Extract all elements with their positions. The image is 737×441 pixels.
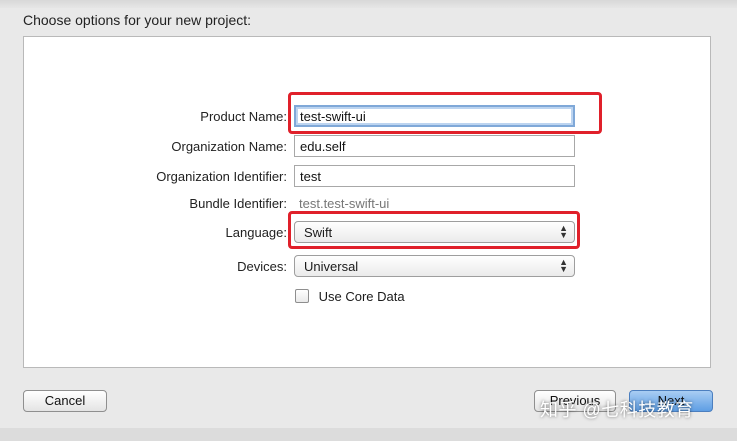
product-name-label: Product Name:: [200, 109, 287, 124]
use-core-data-row[interactable]: Use Core Data: [295, 289, 405, 304]
bundle-identifier-label: Bundle Identifier:: [189, 196, 287, 211]
use-core-data-label: Use Core Data: [318, 289, 405, 304]
organization-name-field[interactable]: [294, 135, 575, 157]
devices-label: Devices:: [237, 259, 287, 274]
use-core-data-checkbox[interactable]: [295, 289, 309, 303]
devices-popup[interactable]: Universal ▲ ▼: [294, 255, 575, 277]
organization-identifier-field[interactable]: [294, 165, 575, 187]
watermark: 知乎 @七科技教育: [540, 400, 694, 420]
bundle-identifier-value: test.test-swift-ui: [299, 196, 390, 211]
up-down-arrows-icon: ▲ ▼: [559, 257, 568, 274]
devices-popup-value: Universal: [304, 259, 359, 274]
window-bottom-strip: [0, 428, 737, 441]
dialog-title: Choose options for your new project:: [23, 12, 252, 28]
window-top-edge: [0, 0, 737, 8]
product-name-highlight-box: [288, 92, 602, 134]
language-highlight-box: [288, 211, 580, 249]
language-label: Language:: [225, 225, 287, 240]
cancel-button[interactable]: Cancel: [23, 390, 107, 412]
organization-identifier-label: Organization Identifier:: [156, 169, 287, 184]
organization-name-label: Organization Name:: [171, 139, 287, 154]
